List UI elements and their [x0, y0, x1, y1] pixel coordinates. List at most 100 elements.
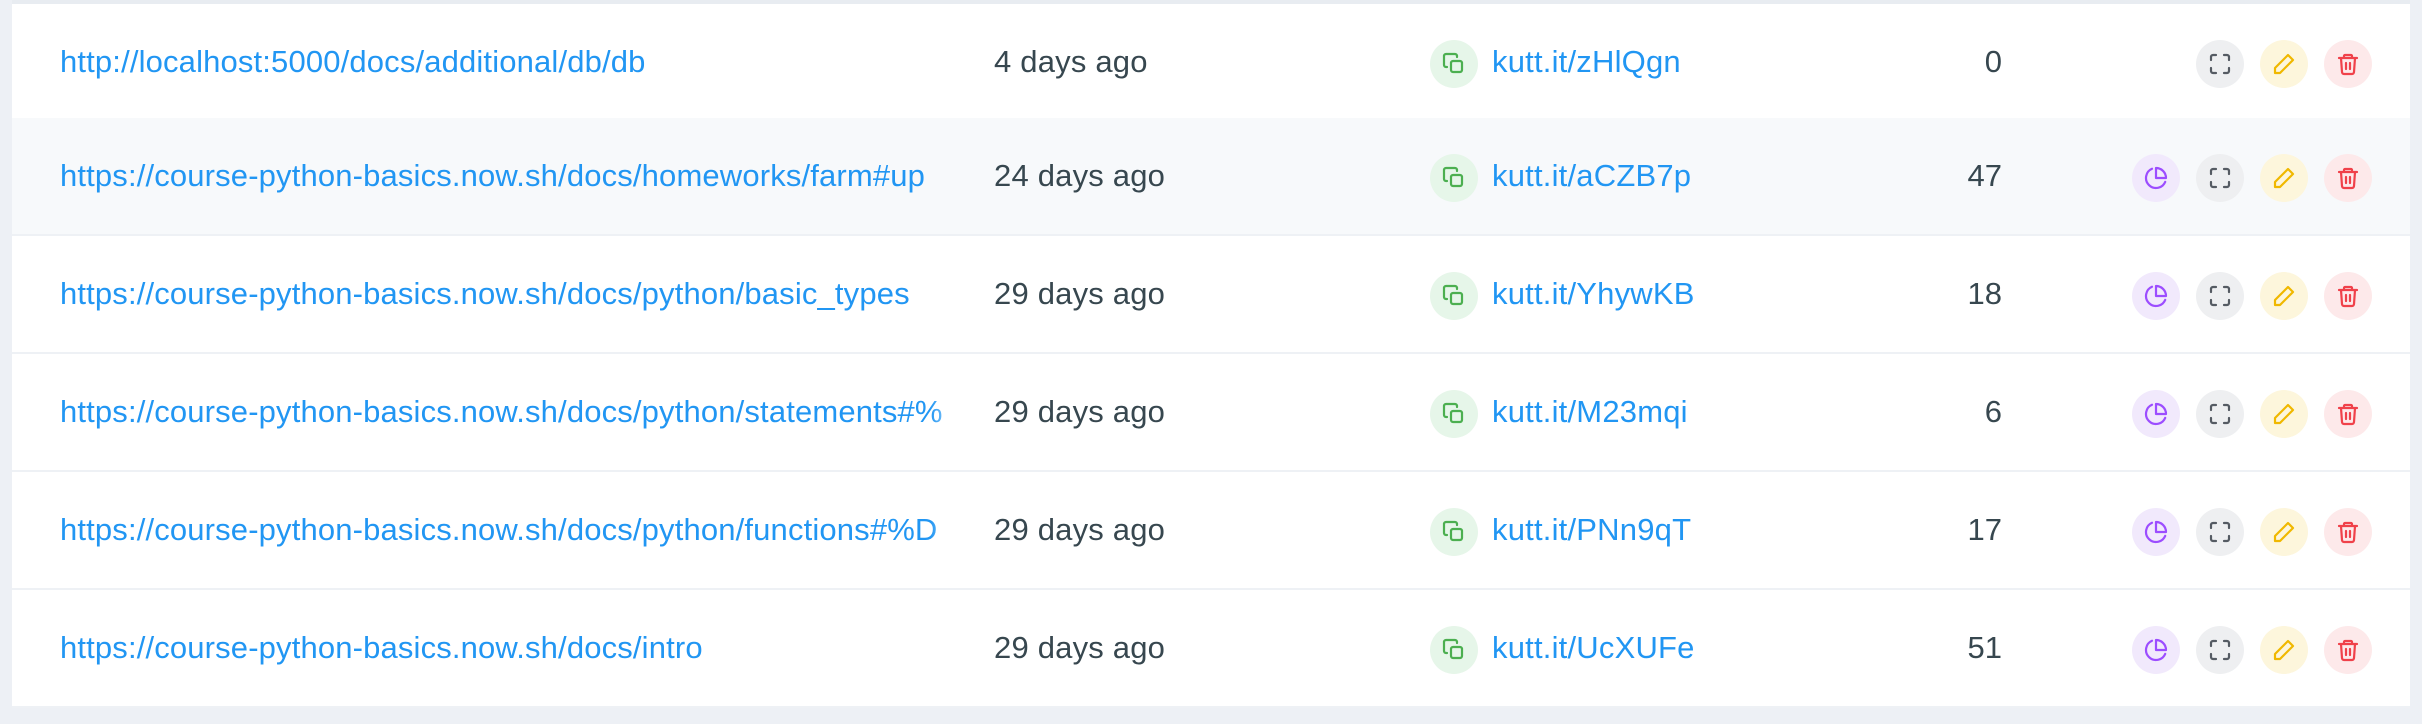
- created-date: 29 days ago: [994, 630, 1166, 665]
- stats-button[interactable]: [2132, 508, 2180, 556]
- original-url-cell: https://course-python-basics.now.sh/docs…: [60, 236, 970, 352]
- edit-button[interactable]: [2260, 390, 2308, 438]
- copy-icon: [1442, 166, 1466, 190]
- stats-button[interactable]: [2132, 154, 2180, 202]
- delete-button[interactable]: [2324, 40, 2372, 88]
- qr-code-button[interactable]: [2196, 390, 2244, 438]
- short-url-cell: kutt.it/UcXUFe: [1492, 590, 1695, 706]
- delete-button[interactable]: [2324, 626, 2372, 674]
- short-url-link[interactable]: kutt.it/PNn9qT: [1492, 512, 1691, 548]
- qr-code-button[interactable]: [2196, 40, 2244, 88]
- short-url-link[interactable]: kutt.it/aCZB7p: [1492, 158, 1691, 194]
- qr-frame-icon: [2208, 166, 2232, 190]
- trash-icon: [2336, 520, 2360, 544]
- views-count: 18: [1967, 276, 2002, 311]
- edit-button[interactable]: [2260, 626, 2308, 674]
- views-count: 47: [1967, 158, 2002, 193]
- short-url-cell: kutt.it/PNn9qT: [1492, 472, 1691, 588]
- table-row: https://course-python-basics.now.sh/docs…: [12, 590, 2410, 708]
- copy-button[interactable]: [1430, 272, 1478, 320]
- table-row: http://localhost:5000/docs/additional/db…: [12, 4, 2410, 122]
- pencil-icon: [2272, 166, 2296, 190]
- links-table: http://localhost:5000/docs/additional/db…: [12, 0, 2410, 708]
- qr-frame-icon: [2208, 520, 2232, 544]
- pie-chart-icon: [2144, 166, 2168, 190]
- views-count: 6: [1984, 394, 2002, 429]
- delete-button[interactable]: [2324, 154, 2372, 202]
- copy-button[interactable]: [1430, 508, 1478, 556]
- copy-icon: [1442, 520, 1466, 544]
- copy-button[interactable]: [1430, 40, 1478, 88]
- copy-icon: [1442, 52, 1466, 76]
- qr-code-button[interactable]: [2196, 272, 2244, 320]
- copy-button[interactable]: [1430, 154, 1478, 202]
- trash-icon: [2336, 638, 2360, 662]
- qr-code-button[interactable]: [2196, 508, 2244, 556]
- views-count: 17: [1967, 512, 2002, 547]
- trash-icon: [2336, 284, 2360, 308]
- table-row: https://course-python-basics.now.sh/docs…: [12, 118, 2410, 236]
- table-row: https://course-python-basics.now.sh/docs…: [12, 236, 2410, 354]
- stats-button[interactable]: [2132, 272, 2180, 320]
- original-url-cell: http://localhost:5000/docs/additional/db…: [60, 4, 970, 120]
- short-url-cell: kutt.it/M23mqi: [1492, 354, 1688, 470]
- copy-icon: [1442, 284, 1466, 308]
- original-url-cell: https://course-python-basics.now.sh/docs…: [60, 118, 970, 234]
- edit-button[interactable]: [2260, 272, 2308, 320]
- original-url-link[interactable]: http://localhost:5000/docs/additional/db…: [60, 44, 646, 80]
- copy-icon: [1442, 402, 1466, 426]
- created-date: 24 days ago: [994, 158, 1166, 193]
- original-url-link[interactable]: https://course-python-basics.now.sh/docs…: [60, 512, 937, 548]
- short-url-link[interactable]: kutt.it/zHlQgn: [1492, 44, 1681, 80]
- created-date: 4 days ago: [994, 44, 1148, 79]
- original-url-link[interactable]: https://course-python-basics.now.sh/docs…: [60, 158, 925, 194]
- short-url-cell: kutt.it/YhywKB: [1492, 236, 1695, 352]
- trash-icon: [2336, 52, 2360, 76]
- original-url-cell: https://course-python-basics.now.sh/docs…: [60, 472, 970, 588]
- pencil-icon: [2272, 284, 2296, 308]
- delete-button[interactable]: [2324, 508, 2372, 556]
- edit-button[interactable]: [2260, 508, 2308, 556]
- qr-code-button[interactable]: [2196, 154, 2244, 202]
- qr-code-button[interactable]: [2196, 626, 2244, 674]
- pie-chart-icon: [2144, 520, 2168, 544]
- short-url-link[interactable]: kutt.it/YhywKB: [1492, 276, 1695, 312]
- table-row: https://course-python-basics.now.sh/docs…: [12, 354, 2410, 472]
- pencil-icon: [2272, 402, 2296, 426]
- views-count: 0: [1984, 44, 2002, 79]
- qr-frame-icon: [2208, 52, 2232, 76]
- pie-chart-icon: [2144, 638, 2168, 662]
- delete-button[interactable]: [2324, 390, 2372, 438]
- created-date: 29 days ago: [994, 394, 1166, 429]
- short-url-cell: kutt.it/aCZB7p: [1492, 118, 1691, 234]
- original-url-link[interactable]: https://course-python-basics.now.sh/docs…: [60, 276, 910, 312]
- pencil-icon: [2272, 52, 2296, 76]
- pencil-icon: [2272, 638, 2296, 662]
- pie-chart-icon: [2144, 284, 2168, 308]
- original-url-link[interactable]: https://course-python-basics.now.sh/docs…: [60, 630, 703, 666]
- copy-button[interactable]: [1430, 626, 1478, 674]
- pencil-icon: [2272, 520, 2296, 544]
- qr-frame-icon: [2208, 638, 2232, 662]
- short-url-link[interactable]: kutt.it/UcXUFe: [1492, 630, 1695, 666]
- created-date: 29 days ago: [994, 512, 1166, 547]
- original-url-link[interactable]: https://course-python-basics.now.sh/docs…: [60, 394, 943, 430]
- table-row: https://course-python-basics.now.sh/docs…: [12, 472, 2410, 590]
- trash-icon: [2336, 166, 2360, 190]
- qr-frame-icon: [2208, 284, 2232, 308]
- stats-button[interactable]: [2132, 626, 2180, 674]
- copy-button[interactable]: [1430, 390, 1478, 438]
- pie-chart-icon: [2144, 402, 2168, 426]
- delete-button[interactable]: [2324, 272, 2372, 320]
- created-date: 29 days ago: [994, 276, 1166, 311]
- copy-icon: [1442, 638, 1466, 662]
- short-url-link[interactable]: kutt.it/M23mqi: [1492, 394, 1688, 430]
- short-url-cell: kutt.it/zHlQgn: [1492, 4, 1681, 120]
- original-url-cell: https://course-python-basics.now.sh/docs…: [60, 354, 970, 470]
- edit-button[interactable]: [2260, 154, 2308, 202]
- trash-icon: [2336, 402, 2360, 426]
- original-url-cell: https://course-python-basics.now.sh/docs…: [60, 590, 970, 706]
- stats-button[interactable]: [2132, 390, 2180, 438]
- edit-button[interactable]: [2260, 40, 2308, 88]
- views-count: 51: [1967, 630, 2002, 665]
